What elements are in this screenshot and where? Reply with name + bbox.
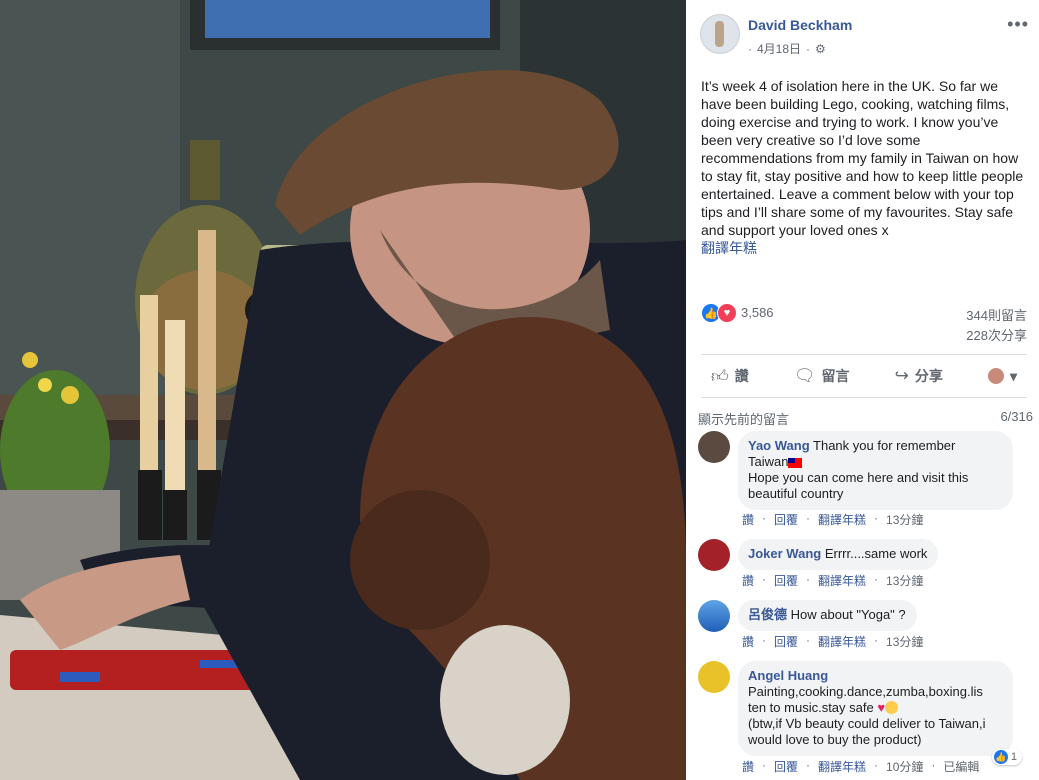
share-label: 分享 — [914, 368, 943, 384]
taiwan-flag-icon — [788, 457, 803, 468]
comment-like-link[interactable]: 讚 — [742, 511, 754, 528]
share-button[interactable]: ↪ 分享 — [885, 366, 953, 386]
comment-translate-link[interactable]: 翻譯年糕 — [818, 572, 866, 589]
comment-text: Hope you can come here and visit this — [748, 470, 969, 485]
like-button[interactable]: 👍︎ 讚 — [701, 366, 759, 387]
reaction-summary: 👍 ♥ 3,586 344則留言 228次分享 — [701, 303, 1027, 353]
separator-dot: · — [806, 41, 811, 56]
comment-translate-link[interactable]: 翻譯年糕 — [818, 758, 866, 775]
gear-icon[interactable]: ⚙ — [815, 42, 826, 56]
commenter-name[interactable]: Angel Huang — [748, 668, 828, 683]
heart-emoji-icon: ♥ — [877, 700, 886, 715]
comment-like-link[interactable]: 讚 — [742, 633, 754, 650]
reaction-profile-selector[interactable]: ▾ — [978, 368, 1027, 385]
comments-header: 顯示先前的留言 6/316 — [698, 409, 1033, 428]
comment-text: would love to buy the product) — [748, 732, 922, 747]
comment-edited-label[interactable]: 已編輯 — [943, 758, 979, 775]
comment-pagination-count: 6/316 — [1000, 409, 1033, 424]
comment-button[interactable]: 🗨 留言 — [784, 366, 860, 386]
comment-actions: 讚 · 回覆 · 翻譯年糕 · 10分鐘 · 已編輯 — [742, 758, 980, 775]
comment-text: Painting,cooking.dance,zumba,boxing.lis — [748, 684, 983, 699]
more-icon[interactable]: ••• — [1007, 14, 1029, 35]
comment-count[interactable]: 344則留言 — [966, 305, 1027, 324]
comment-text: ten to music.stay safe — [748, 700, 874, 715]
comment-bubble: Angel Huang Painting,cooking.dance,zumba… — [738, 661, 1013, 756]
photo-illustration — [0, 0, 686, 780]
like-label: 讚 — [734, 368, 749, 384]
comment-reply-link[interactable]: 回覆 — [774, 758, 798, 775]
comment-bubble: Joker Wang Errrr....same work — [738, 539, 939, 570]
post-date[interactable]: 4月18日 — [757, 40, 801, 57]
post-header: David Beckham · 4月18日 · ⚙ ••• — [700, 14, 1029, 58]
comment-time[interactable]: 13分鐘 — [886, 572, 923, 589]
comment-text: beautiful country — [748, 486, 844, 501]
comment-time[interactable]: 10分鐘 — [886, 758, 923, 775]
love-reaction-icon: ♥ — [717, 303, 737, 323]
chevron-down-icon: ▾ — [1009, 367, 1017, 384]
comment-translate-link[interactable]: 翻譯年糕 — [818, 633, 866, 650]
commenter-avatar[interactable] — [698, 600, 730, 632]
share-arrow-icon: ↪ — [894, 366, 909, 385]
post-body: It’s week 4 of isolation here in the UK.… — [701, 77, 1031, 257]
comment-text: Thank you for remember — [813, 438, 956, 453]
translate-link[interactable]: 翻譯年糕 — [701, 239, 1031, 257]
comment-like-link[interactable]: 讚 — [742, 758, 754, 775]
comment-reply-link[interactable]: 回覆 — [774, 511, 798, 528]
comment-actions: 讚 · 回覆 · 翻譯年糕 · 13分鐘 — [742, 572, 924, 589]
comment-text: Taiwan — [748, 454, 789, 469]
comment-text: (btw,if Vb beauty could deliver to Taiwa… — [748, 716, 986, 731]
separator-dot: · — [748, 41, 752, 56]
comment-text: How about "Yoga" ? — [790, 607, 906, 622]
comment-actions: 讚 · 回覆 · 翻譯年糕 · 13分鐘 — [742, 633, 924, 650]
comment-bubble: 呂俊德 How about "Yoga" ? — [738, 600, 917, 631]
post-photo[interactable] — [0, 0, 686, 780]
author-avatar[interactable] — [700, 14, 740, 54]
speech-bubble-icon: 🗨 — [793, 366, 816, 385]
post-text: It’s week 4 of isolation here in the UK.… — [701, 78, 1024, 238]
comment-time[interactable]: 13分鐘 — [886, 633, 923, 650]
author-name[interactable]: David Beckham — [748, 17, 852, 33]
reaction-icons[interactable]: 👍 ♥ — [701, 303, 737, 323]
post-panel: David Beckham · 4月18日 · ⚙ ••• It’s week … — [686, 0, 1039, 780]
post-meta: · 4月18日 · ⚙ — [748, 40, 826, 57]
like-reaction-icon: 👍 — [993, 750, 1008, 764]
comment-like-link[interactable]: 讚 — [742, 572, 754, 589]
comment-time[interactable]: 13分鐘 — [886, 511, 923, 528]
comment-bubble: Yao Wang Thank you for remember Taiwan H… — [738, 431, 1013, 510]
comment-reaction-count: 1 — [1010, 751, 1017, 763]
profile-avatar — [987, 368, 1004, 384]
commenter-avatar[interactable] — [698, 661, 730, 693]
share-count[interactable]: 228次分享 — [966, 325, 1027, 344]
facebook-photo-viewer: David Beckham · 4月18日 · ⚙ ••• It’s week … — [0, 0, 1039, 780]
commenter-name[interactable]: Joker Wang — [748, 546, 821, 561]
comment-text: Errrr....same work — [824, 546, 928, 561]
action-bar: 👍︎ 讚 🗨 留言 ↪ 分享 ▾ — [701, 354, 1027, 398]
commenter-avatar[interactable] — [698, 431, 730, 463]
commenter-avatar[interactable] — [698, 539, 730, 571]
view-previous-comments-link[interactable]: 顯示先前的留言 — [698, 412, 789, 427]
comment-label: 留言 — [821, 368, 850, 384]
comment-actions: 讚 · 回覆 · 翻譯年糕 · 13分鐘 — [742, 511, 924, 528]
commenter-name[interactable]: Yao Wang — [748, 438, 810, 453]
smile-emoji-icon — [885, 701, 899, 714]
commenter-name[interactable]: 呂俊德 — [748, 607, 787, 622]
comment-translate-link[interactable]: 翻譯年糕 — [818, 511, 866, 528]
thumbs-up-icon: 👍︎ — [711, 366, 729, 386]
comment-reply-link[interactable]: 回覆 — [774, 633, 798, 650]
comment-reply-link[interactable]: 回覆 — [774, 572, 798, 589]
comment-reaction-badge[interactable]: 👍 1 — [991, 749, 1022, 765]
reaction-count[interactable]: 3,586 — [741, 305, 774, 320]
